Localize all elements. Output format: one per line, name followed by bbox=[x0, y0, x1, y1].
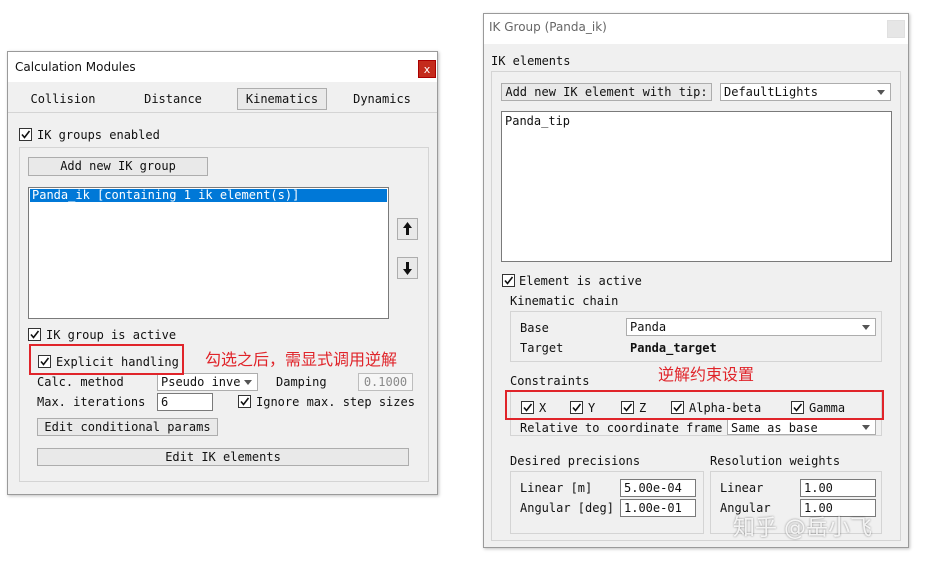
check-icon bbox=[30, 330, 40, 339]
ignore-max-step-label: Ignore max. step sizes bbox=[256, 395, 415, 409]
relative-frame-value: Same as base bbox=[731, 421, 818, 435]
constraints-annotation: 逆解约束设置 bbox=[658, 365, 755, 384]
damping-field[interactable]: 0.1000 bbox=[358, 373, 413, 391]
ik-elements-heading: IK elements bbox=[491, 54, 571, 68]
base-label: Base bbox=[520, 321, 549, 335]
element-active-checkbox[interactable] bbox=[502, 274, 515, 287]
ik-group-list[interactable]: Panda_ik [containing 1 ik element(s)] bbox=[28, 187, 389, 319]
max-iterations-field[interactable]: 6 bbox=[157, 393, 213, 411]
base-select[interactable]: Panda bbox=[626, 318, 876, 336]
linear-weight-label: Linear bbox=[720, 481, 764, 495]
chevron-down-icon bbox=[862, 425, 870, 430]
check-icon bbox=[504, 276, 514, 285]
tab-distance[interactable]: Distance bbox=[129, 89, 217, 109]
target-label: Target bbox=[520, 341, 564, 355]
move-up-button[interactable] bbox=[397, 218, 418, 240]
base-value: Panda bbox=[630, 320, 667, 334]
tip-select[interactable]: DefaultLights bbox=[720, 83, 891, 101]
linear-precision-field[interactable]: 5.00e-04 bbox=[620, 479, 696, 497]
linear-precision-label: Linear [m] bbox=[520, 481, 593, 495]
calc-method-label: Calc. method bbox=[37, 375, 124, 389]
desired-precisions-heading: Desired precisions bbox=[510, 454, 641, 468]
move-down-button[interactable] bbox=[397, 257, 418, 279]
kinematic-chain-heading: Kinematic chain bbox=[510, 294, 619, 308]
constraints-heading: Constraints bbox=[510, 374, 590, 388]
tab-collision[interactable]: Collision bbox=[19, 89, 107, 109]
arrow-up-icon bbox=[403, 222, 412, 235]
tip-value: DefaultLights bbox=[724, 85, 818, 99]
calculation-modules-window: Calculation Modules x Collision Distance… bbox=[7, 51, 438, 495]
edit-ik-elements-button[interactable]: Edit IK elements bbox=[37, 448, 409, 466]
check-icon bbox=[240, 397, 250, 406]
damping-label: Damping bbox=[276, 375, 327, 389]
relative-frame-select[interactable]: Same as base bbox=[727, 419, 876, 435]
check-icon bbox=[21, 130, 31, 139]
edit-conditional-params-button[interactable]: Edit conditional params bbox=[37, 418, 218, 436]
tab-kinematics[interactable]: Kinematics bbox=[237, 88, 327, 110]
resolution-weights-heading: Resolution weights bbox=[710, 454, 841, 468]
chevron-down-icon bbox=[862, 325, 870, 330]
window-title: IK Group (Panda_ik) bbox=[489, 20, 607, 34]
ik-groups-enabled-label: IK groups enabled bbox=[37, 128, 160, 142]
ignore-max-step-checkbox[interactable] bbox=[238, 395, 251, 408]
calc-method-value: Pseudo inve bbox=[161, 375, 241, 389]
ik-group-active-checkbox[interactable] bbox=[28, 328, 41, 341]
chevron-down-icon bbox=[244, 380, 252, 385]
ik-group-window: IK Group (Panda_ik) IK elements Add new … bbox=[483, 13, 909, 548]
relative-frame-label: Relative to coordinate frame bbox=[520, 421, 723, 435]
target-value: Panda_target bbox=[630, 341, 717, 355]
close-icon[interactable] bbox=[887, 20, 905, 38]
angular-precision-field[interactable]: 1.00e-01 bbox=[620, 499, 696, 517]
ik-element-list[interactable]: Panda_tip bbox=[501, 111, 892, 262]
explicit-annotation: 勾选之后，需显式调用逆解 bbox=[205, 350, 398, 369]
ik-groups-enabled-checkbox[interactable] bbox=[19, 128, 32, 141]
chevron-down-icon bbox=[877, 90, 885, 95]
element-active-label: Element is active bbox=[519, 274, 642, 288]
calc-method-select[interactable]: Pseudo inve bbox=[157, 373, 258, 391]
constraints-highlight bbox=[505, 390, 884, 420]
title-bar[interactable]: IK Group (Panda_ik) bbox=[484, 14, 908, 44]
list-item[interactable]: Panda_tip bbox=[505, 115, 570, 128]
add-ik-group-button[interactable]: Add new IK group bbox=[28, 157, 208, 176]
explicit-handling-highlight bbox=[29, 344, 184, 375]
title-bar[interactable]: Calculation Modules x bbox=[8, 52, 437, 82]
list-item[interactable]: Panda_ik [containing 1 ik element(s)] bbox=[30, 189, 387, 202]
window-title: Calculation Modules bbox=[15, 60, 136, 74]
max-iterations-label: Max. iterations bbox=[37, 395, 146, 409]
linear-weight-field[interactable]: 1.00 bbox=[800, 479, 876, 497]
tab-divider bbox=[8, 112, 437, 113]
ik-group-active-label: IK group is active bbox=[46, 328, 177, 342]
arrow-down-icon bbox=[403, 262, 412, 275]
tab-dynamics[interactable]: Dynamics bbox=[338, 89, 426, 109]
add-ik-element-button[interactable]: Add new IK element with tip: bbox=[501, 83, 712, 101]
watermark: 知乎 @岳小飞 bbox=[733, 516, 872, 541]
close-icon[interactable]: x bbox=[418, 60, 436, 78]
angular-precision-label: Angular [deg] bbox=[520, 501, 614, 515]
